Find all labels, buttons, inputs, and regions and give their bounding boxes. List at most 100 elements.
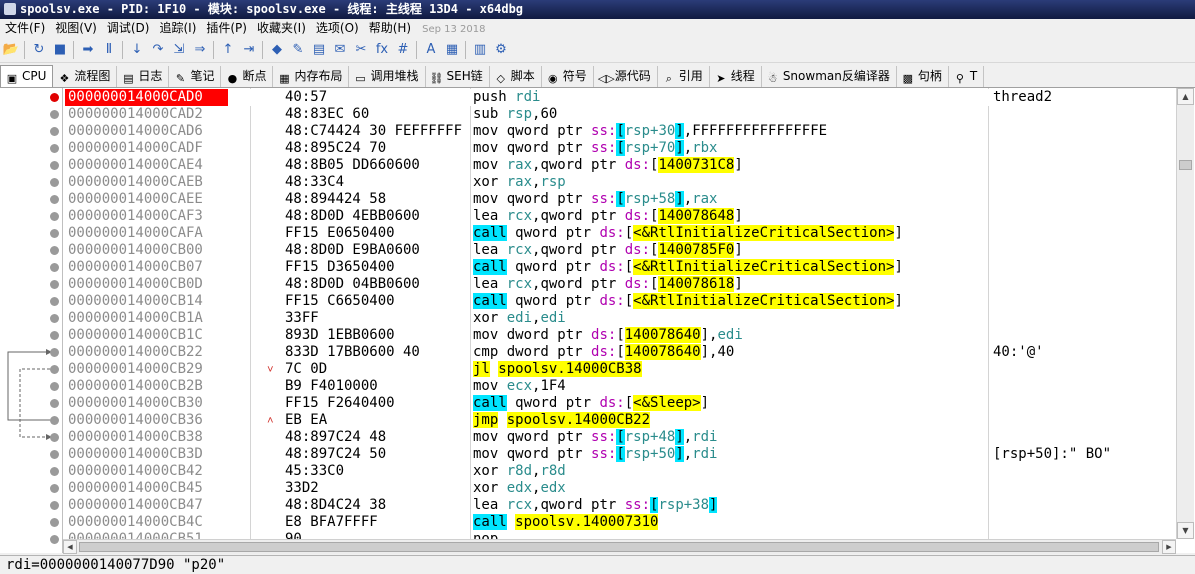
menu-item-6[interactable]: 选项(O)	[311, 19, 364, 38]
breakpoint-slot-icon[interactable]	[50, 382, 59, 391]
breakpoint-slot-icon[interactable]	[50, 518, 59, 527]
strings-icon[interactable]: ▦	[443, 41, 461, 59]
tab-breakpoint[interactable]: ● 断点	[221, 66, 274, 87]
menu-item-2[interactable]: 调试(D)	[102, 19, 155, 38]
tab-memory-map[interactable]: ▦ 内存布局	[273, 66, 350, 87]
breakpoint-slot-icon[interactable]	[50, 433, 59, 442]
disasm-row[interactable]: 000000014000CB07 FF15 D3650400 call qword …	[63, 259, 1176, 276]
breakpoint-slot-icon[interactable]	[50, 127, 59, 136]
breakpoint-slot-icon[interactable]	[50, 365, 59, 374]
disasm-row[interactable]: 000000014000CB0D 48:8D0D 04BB0600 lea rcx,…	[63, 276, 1176, 293]
tab-snowman[interactable]: ☃ Snowman反编译器	[762, 66, 897, 87]
breakpoint-slot-icon[interactable]	[50, 416, 59, 425]
disasm-row[interactable]: 000000014000CB14 FF15 C6650400 call qword …	[63, 293, 1176, 310]
tab-source[interactable]: ◁▷源代码	[594, 66, 658, 87]
scroll-left-button[interactable]: ◀	[63, 540, 77, 554]
settings-icon[interactable]: ⚙	[492, 41, 510, 59]
disassembly-table[interactable]: 000000014000CAD0 40:57 push rdi thread2 0000…	[63, 88, 1176, 539]
tab-threads[interactable]: ➤ 线程	[710, 66, 762, 87]
hash-icon[interactable]: #	[394, 41, 412, 59]
breakpoint-icon[interactable]	[50, 93, 59, 102]
scylla-icon[interactable]: ◆	[268, 41, 286, 59]
open-icon[interactable]: 📂	[2, 41, 20, 59]
step-over-icon[interactable]: ↷	[149, 41, 167, 59]
breakpoint-slot-icon[interactable]	[50, 399, 59, 408]
breakpoint-slot-icon[interactable]	[50, 144, 59, 153]
disasm-row[interactable]: 000000014000CB30 FF15 F2640400 call qword …	[63, 395, 1176, 412]
disasm-row[interactable]: 000000014000CB4C E8 BFA7FFFF call spoolsv.…	[63, 514, 1176, 531]
disasm-row[interactable]: 000000014000CAF3 48:8D0D 4EBB0600 lea rcx,…	[63, 208, 1176, 225]
breakpoint-slot-icon[interactable]	[50, 161, 59, 170]
disasm-row[interactable]: 000000014000CB47 48:8D4C24 38 lea rcx,qwor…	[63, 497, 1176, 514]
tab-log[interactable]: ▤ 日志	[117, 66, 170, 87]
step-into-icon[interactable]: ↓	[128, 41, 146, 59]
tab-cpu[interactable]: ▣ CPU	[0, 65, 54, 87]
disasm-row[interactable]: 000000014000CADF 48:895C24 70 mov qword pt…	[63, 140, 1176, 157]
breakpoint-slot-icon[interactable]	[50, 467, 59, 476]
tab-callstack[interactable]: ▭ 调用堆栈	[349, 66, 426, 87]
disasm-row[interactable]: 000000014000CAEE 48:894424 58 mov qword pt…	[63, 191, 1176, 208]
execute-till-return-icon[interactable]: ↑	[219, 41, 237, 59]
menu-item-0[interactable]: 文件(F)	[0, 19, 50, 38]
disasm-row[interactable]: 000000014000CAD2 48:83EC 60 sub rsp,60	[63, 106, 1176, 123]
breakpoint-slot-icon[interactable]	[50, 212, 59, 221]
calculator-icon[interactable]: ▥	[471, 41, 489, 59]
tab-symbols[interactable]: ◉ 符号	[542, 66, 594, 87]
breakpoint-slot-icon[interactable]	[50, 195, 59, 204]
run-to-user-code-icon[interactable]: ⇥	[240, 41, 258, 59]
disasm-row[interactable]: 000000014000CB3D 48:897C24 50 mov qword pt…	[63, 446, 1176, 463]
restart-icon[interactable]: ↻	[30, 41, 48, 59]
breakpoint-slot-icon[interactable]	[50, 229, 59, 238]
menu-item-4[interactable]: 插件(P)	[201, 19, 252, 38]
breakpoint-slot-icon[interactable]	[50, 484, 59, 493]
scroll-thumb[interactable]	[1179, 160, 1192, 170]
tab-seh[interactable]: ⛓ SEH链	[426, 66, 490, 87]
disasm-row[interactable]: 000000014000CB42 45:33C0 xor r8d,r8d	[63, 463, 1176, 480]
menu-item-5[interactable]: 收藏夹(I)	[252, 19, 311, 38]
disasm-row[interactable]: 000000014000CB2B B9 F4010000 mov ecx,1F4	[63, 378, 1176, 395]
disasm-row[interactable]: 000000014000CB38 48:897C24 48 mov qword pt…	[63, 429, 1176, 446]
function-icon[interactable]: fx	[373, 41, 391, 59]
patch-icon[interactable]: ✎	[289, 41, 307, 59]
breakpoint-slot-icon[interactable]	[50, 263, 59, 272]
tab-handles[interactable]: ▩ 句柄	[897, 66, 949, 87]
disasm-row[interactable]: 000000014000CB45 33D2 xor edx,edx	[63, 480, 1176, 497]
tab-trace[interactable]: ⚲ T	[949, 66, 985, 87]
bookmark-icon[interactable]: ✂	[352, 41, 370, 59]
stop-icon[interactable]: ■	[51, 41, 69, 59]
menu-item-3[interactable]: 追踪(I)	[154, 19, 201, 38]
disasm-row[interactable]: 000000014000CB29 ˅ 7C 0D jl spoolsv.14000CB…	[63, 361, 1176, 378]
font-icon[interactable]: A	[422, 41, 440, 59]
tab-graph[interactable]: ❖ 流程图	[53, 66, 118, 87]
trace-into-icon[interactable]: ⇲	[170, 41, 188, 59]
breakpoint-slot-icon[interactable]	[50, 331, 59, 340]
breakpoint-slot-icon[interactable]	[50, 450, 59, 459]
disasm-row[interactable]: 000000014000CAD0 40:57 push rdi thread2	[63, 89, 1176, 106]
disasm-row[interactable]: 000000014000CB1C 893D 1EBB0600 mov dword p…	[63, 327, 1176, 344]
disasm-row[interactable]: 000000014000CAFA FF15 E0650400 call qword …	[63, 225, 1176, 242]
breakpoint-slot-icon[interactable]	[50, 280, 59, 289]
disasm-row[interactable]: 000000014000CB36 ˄ EB EA jmp spoolsv.14000C…	[63, 412, 1176, 429]
breakpoint-slot-icon[interactable]	[50, 314, 59, 323]
vertical-scrollbar[interactable]: ▲ ▼	[1176, 88, 1194, 539]
disasm-row[interactable]: 000000014000CAEB 48:33C4 xor rax,rsp	[63, 174, 1176, 191]
breakpoint-slot-icon[interactable]	[50, 501, 59, 510]
disasm-row[interactable]: 000000014000CB51 90 nop	[63, 531, 1176, 539]
tab-script[interactable]: ◇ 脚本	[490, 66, 542, 87]
menu-item-1[interactable]: 视图(V)	[50, 19, 102, 38]
disasm-row[interactable]: 000000014000CAD6 48:C74424 30 FEFFFFFF mov…	[63, 123, 1176, 140]
disasm-row[interactable]: 000000014000CAE4 48:8B05 DD660600 mov rax,…	[63, 157, 1176, 174]
tab-references[interactable]: ⌕ 引用	[658, 66, 710, 87]
scroll-right-button[interactable]: ▶	[1162, 540, 1176, 554]
disasm-row[interactable]: 000000014000CB00 48:8D0D E9BA0600 lea rcx,…	[63, 242, 1176, 259]
trace-over-icon[interactable]: ⇒	[191, 41, 209, 59]
scroll-down-button[interactable]: ▼	[1177, 522, 1194, 539]
breakpoint-slot-icon[interactable]	[50, 178, 59, 187]
breakpoint-slot-icon[interactable]	[50, 110, 59, 119]
comment-icon[interactable]: ▤	[310, 41, 328, 59]
breakpoint-slot-icon[interactable]	[50, 297, 59, 306]
menu-item-7[interactable]: 帮助(H)	[364, 19, 416, 38]
disasm-row[interactable]: 000000014000CB22 833D 17BB0600 40 cmp dwor…	[63, 344, 1176, 361]
scroll-h-thumb[interactable]	[79, 542, 1159, 552]
tab-notes[interactable]: ✎ 笔记	[169, 66, 222, 87]
